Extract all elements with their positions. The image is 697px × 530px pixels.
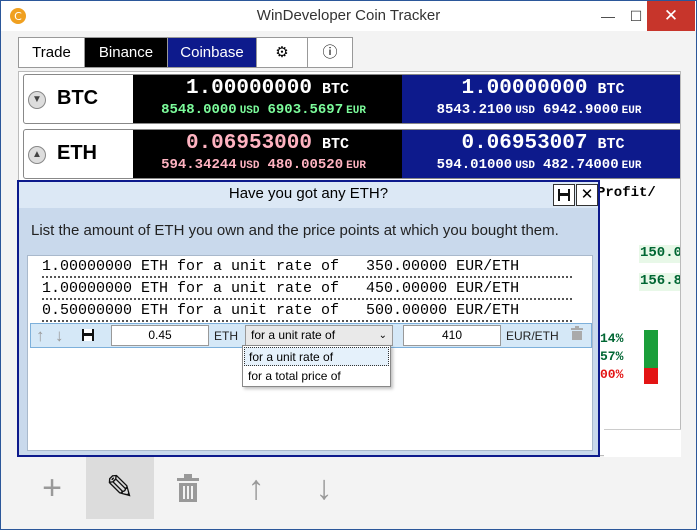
info-icon[interactable]: ⓘ <box>308 37 353 68</box>
profit-percent: 00% <box>600 367 624 382</box>
amount-unit: BTC <box>597 136 625 153</box>
holding-entry[interactable]: 1.00000000 ETH for a unit rate of 450.00… <box>42 280 572 300</box>
close-window-button[interactable]: ✕ <box>647 1 695 31</box>
eur-label: EUR <box>621 105 642 117</box>
amount-input[interactable]: 0.45 <box>111 325 209 346</box>
delete-row-icon[interactable] <box>571 326 583 344</box>
list-footer <box>604 429 681 457</box>
coin-amount: 0.06953007 <box>461 132 588 155</box>
coin-name: ETH <box>57 142 97 164</box>
dropdown-option-unit-rate[interactable]: for a unit rate of <box>244 347 389 366</box>
binance-price-panel: 0.06953000 BTC 594.34244 USD 480.00520 EUR <box>133 130 402 178</box>
tab-coinbase[interactable]: Coinbase <box>168 37 257 68</box>
dialog-close-icon[interactable]: ✕ <box>576 184 598 206</box>
profit-value: 156.8 <box>639 273 680 291</box>
usd-price: 594.34244 <box>161 157 237 173</box>
holding-entry[interactable]: 0.50000000 ETH for a unit rate of 500.00… <box>42 302 572 322</box>
coin-amount: 1.00000000 <box>461 77 588 100</box>
dialog-title: Have you got any ETH? <box>19 182 598 208</box>
title-bar: C WinDeveloper Coin Tracker — ☐ ✕ <box>1 1 696 31</box>
coin-row-btc[interactable]: ▼ BTC 1.00000000 BTC 8548.0000 USD 6903.569… <box>23 74 680 124</box>
eur-label: EUR <box>346 105 366 117</box>
usd-price: 594.01000 <box>436 157 513 173</box>
add-button[interactable]: + <box>18 457 86 519</box>
eur-price: 482.74000 <box>543 157 619 173</box>
usd-price: 8548.0000 <box>161 102 237 118</box>
eur-label: EUR <box>621 160 642 172</box>
eur-label: EUR <box>346 160 366 172</box>
settings-icon[interactable]: ⚙ <box>257 37 308 68</box>
dropdown-option-total-price[interactable]: for a total price of <box>244 367 389 386</box>
minimize-button[interactable]: — <box>593 1 623 31</box>
holding-entry[interactable]: 1.00000000 ETH for a unit rate of 350.00… <box>42 258 572 278</box>
eur-price: 480.00520 <box>267 157 344 173</box>
profit-bar <box>644 330 658 368</box>
profit-percent: 57% <box>600 349 624 364</box>
amount-unit: BTC <box>322 81 350 98</box>
coin-name: BTC <box>57 87 99 109</box>
eth-holdings-dialog: Have you got any ETH? ✕ List the amount … <box>17 180 600 457</box>
coinbase-price-panel: 1.00000000 BTC 8543.2100 USD 6942.9000 EUR <box>402 75 680 123</box>
dialog-save-icon[interactable] <box>553 184 575 206</box>
tab-bar: Trade Binance Coinbase ⚙ ⓘ <box>18 37 353 68</box>
bottom-toolbar: + ✎ ↑ ↓ <box>18 457 358 519</box>
move-up-icon[interactable]: ↑ <box>36 326 45 346</box>
usd-label: USD <box>515 160 535 172</box>
dialog-body: List the amount of ETH you own and the p… <box>19 208 598 455</box>
profit-bar <box>644 368 658 384</box>
save-row-icon[interactable] <box>81 327 95 347</box>
dialog-instructions: List the amount of ETH you own and the p… <box>31 222 559 239</box>
usd-label: USD <box>239 105 260 117</box>
coin-row-eth[interactable]: ▲ ETH 0.06953000 BTC 594.34244 USD 480.0052… <box>23 129 680 179</box>
price-unit-label: EUR/ETH <box>506 329 559 343</box>
usd-label: USD <box>239 160 260 172</box>
usd-label: USD <box>515 105 535 117</box>
amount-unit: BTC <box>322 136 350 153</box>
price-mode-value: for a unit rate of <box>251 328 336 342</box>
window-title: WinDeveloper Coin Tracker <box>256 7 441 24</box>
move-up-button[interactable]: ↑ <box>222 457 290 519</box>
edit-button[interactable]: ✎ <box>86 457 154 519</box>
binance-price-panel: 1.00000000 BTC 8548.0000 USD 6903.5697 EUR <box>133 75 402 123</box>
price-mode-dropdown: for a unit rate of for a total price of <box>242 345 391 387</box>
price-input[interactable]: 410 <box>403 325 501 346</box>
tab-trade[interactable]: Trade <box>18 37 85 68</box>
tab-binance[interactable]: Binance <box>85 37 168 68</box>
amount-unit: BTC <box>597 81 625 98</box>
coin-amount: 1.00000000 <box>185 77 312 100</box>
chevron-down-icon: ⌄ <box>378 330 387 341</box>
eur-price: 6903.5697 <box>267 102 344 118</box>
app-window: C WinDeveloper Coin Tracker — ☐ ✕ Trade … <box>0 0 697 530</box>
usd-price: 8543.2100 <box>436 102 513 118</box>
eur-price: 6942.9000 <box>543 102 619 118</box>
move-down-button[interactable]: ↓ <box>290 457 358 519</box>
coin-amount: 0.06953000 <box>185 132 312 155</box>
amount-unit-label: ETH <box>214 329 238 343</box>
delete-button[interactable] <box>154 457 222 519</box>
price-mode-select[interactable]: for a unit rate of ⌄ <box>245 325 393 346</box>
chevron-up-icon[interactable]: ▲ <box>28 146 46 164</box>
profit-value: 150.0 <box>639 245 680 263</box>
move-down-icon[interactable]: ↓ <box>55 326 64 346</box>
coinbase-price-panel: 0.06953007 BTC 594.01000 USD 482.74000 EUR <box>402 130 680 178</box>
profit-header: Profit/ <box>597 185 656 201</box>
chevron-down-icon[interactable]: ▼ <box>28 91 46 109</box>
profit-percent: 14% <box>600 331 624 346</box>
